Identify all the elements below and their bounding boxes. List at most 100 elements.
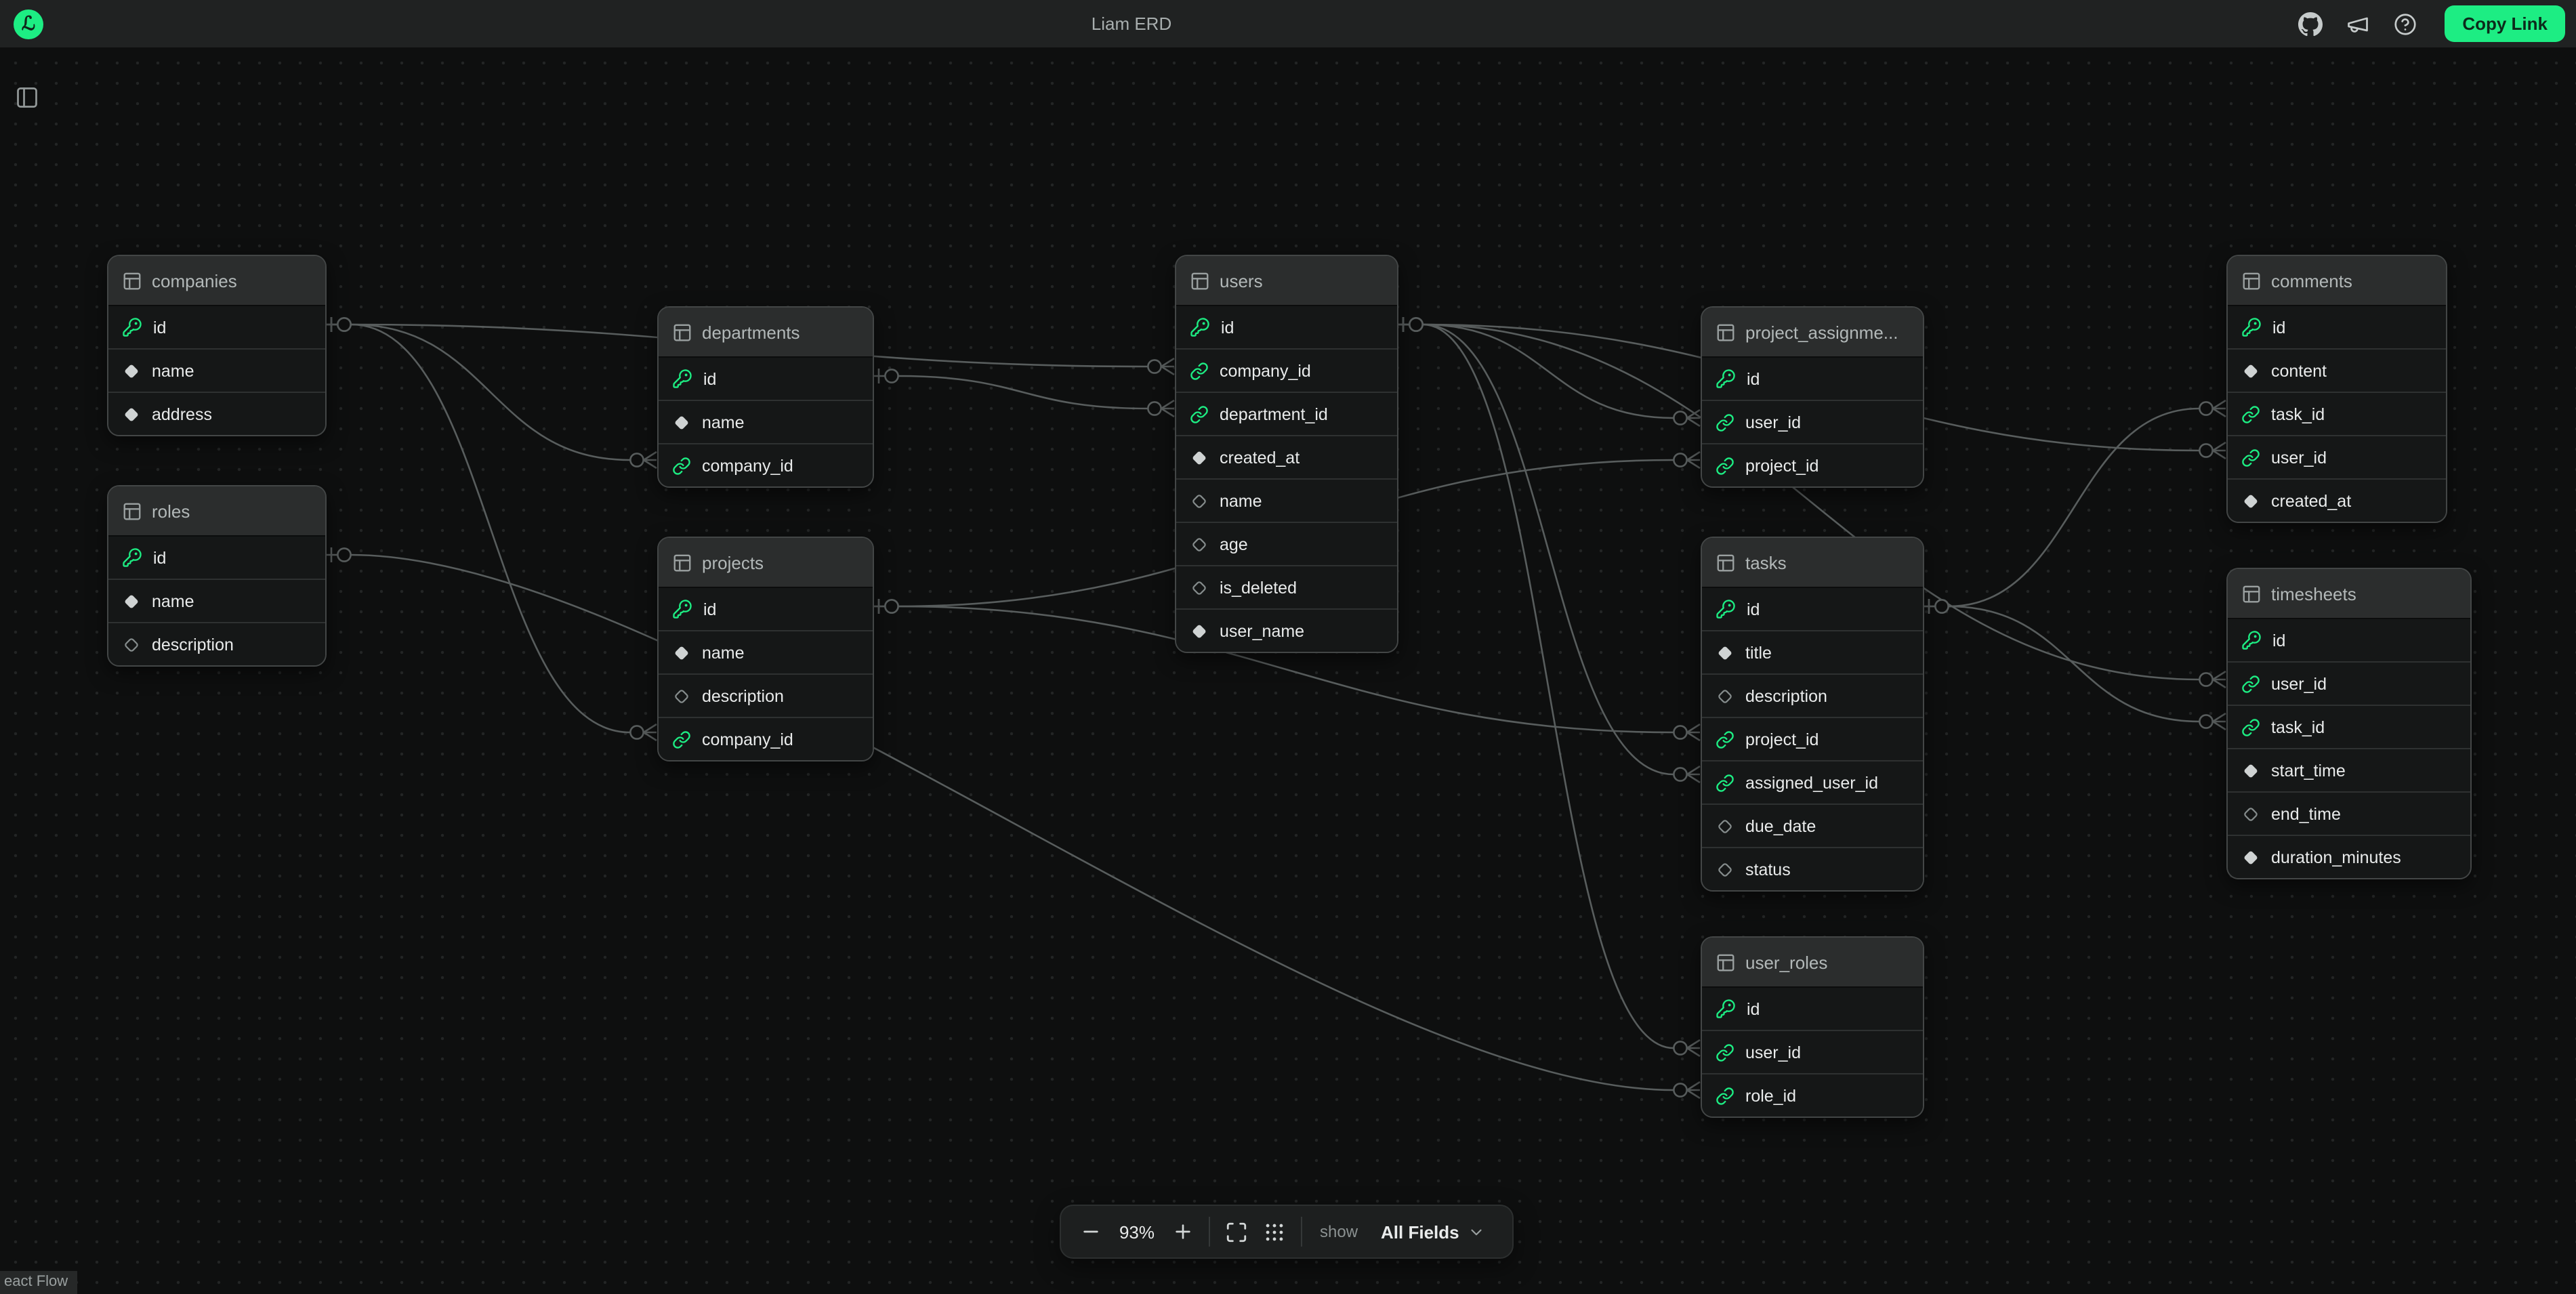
field-name: id [2272,318,2285,337]
field-name: assigned_user_id [1745,773,1878,792]
table-header[interactable]: roles [108,486,325,535]
help-icon[interactable] [2393,12,2417,36]
field-row-company_id[interactable]: company_id [659,717,873,760]
field-name: address [152,404,212,423]
nullable-icon [2241,804,2260,823]
field-name: user_id [2271,674,2327,693]
not-null-icon [122,361,141,380]
sidebar-toggle-button[interactable] [11,81,43,114]
field-row-user_name[interactable]: user_name [1176,608,1397,652]
zoom-in-button[interactable] [1172,1221,1194,1243]
table-header[interactable]: project_assignme... [1702,308,1923,356]
field-row-id[interactable]: id [2228,306,2446,348]
field-row-content[interactable]: content [2228,348,2446,392]
field-name: name [152,591,194,610]
table-node-tasks[interactable]: tasksidtitledescriptionproject_idassigne… [1701,537,1924,892]
field-row-start_time[interactable]: start_time [2228,748,2470,791]
nullable-icon [122,635,141,654]
table-header[interactable]: users [1176,256,1397,305]
field-row-age[interactable]: age [1176,522,1397,565]
field-row-id[interactable]: id [1702,988,1923,1030]
field-row-id[interactable]: id [2228,619,2470,661]
field-row-description[interactable]: description [1702,673,1923,717]
field-row-user_id[interactable]: user_id [1702,400,1923,443]
field-row-is_deleted[interactable]: is_deleted [1176,565,1397,608]
table-node-departments[interactable]: departmentsidnamecompany_id [657,306,874,488]
field-row-company_id[interactable]: company_id [1176,348,1397,392]
field-row-user_id[interactable]: user_id [2228,661,2470,705]
field-row-created_at[interactable]: created_at [2228,478,2446,522]
field-row-id[interactable]: id [1702,588,1923,630]
foreign-key-icon [1190,404,1209,423]
field-row-assigned_user_id[interactable]: assigned_user_id [1702,760,1923,803]
fit-view-button[interactable] [1225,1220,1248,1243]
table-name: projects [702,552,764,572]
field-row-id[interactable]: id [659,588,873,630]
field-row-task_id[interactable]: task_id [2228,705,2470,748]
field-row-description[interactable]: description [108,622,325,665]
field-row-role_id[interactable]: role_id [1702,1073,1923,1116]
field-name: user_id [1745,1043,1801,1062]
table-name: project_assignme... [1745,322,1898,342]
field-row-user_id[interactable]: user_id [1702,1030,1923,1073]
table-node-user_roles[interactable]: user_rolesid user_id role_id [1701,936,1924,1118]
table-fields: idcompany_iddepartment_id created_atnamea… [1176,305,1397,652]
table-header[interactable]: projects [659,538,873,587]
table-node-projects[interactable]: projects idnamedescriptioncompany_id [657,537,874,761]
table-node-users[interactable]: usersidcompany_iddepartment_id created_at… [1175,255,1398,653]
field-row-name[interactable]: name [659,400,873,443]
field-row-id[interactable]: id [108,306,325,348]
field-row-name[interactable]: name [108,348,325,392]
table-header[interactable]: departments [659,308,873,356]
table-header[interactable]: timesheets [2228,569,2470,618]
table-node-timesheets[interactable]: timesheetsid user_id task_idstart_timeend_… [2226,568,2472,879]
field-row-duration_minutes[interactable]: duration_minutes [2228,835,2470,878]
table-header[interactable]: user_roles [1702,938,1923,986]
not-null-icon [1716,643,1734,662]
field-row-title[interactable]: title [1702,630,1923,673]
field-row-name[interactable]: name [108,579,325,622]
field-name: id [153,548,166,567]
table-node-project_assignments[interactable]: project_assignme...iduser_idproject_id [1701,306,1924,488]
field-row-id[interactable]: id [659,358,873,400]
field-name: description [152,635,234,654]
field-row-id[interactable]: id [1702,358,1923,400]
not-null-icon [2241,848,2260,867]
field-row-end_time[interactable]: end_time [2228,791,2470,835]
field-row-project_id[interactable]: project_id [1702,717,1923,760]
field-name: created_at [1220,448,1300,467]
field-row-address[interactable]: address [108,392,325,435]
field-row-name[interactable]: name [659,630,873,673]
table-node-roles[interactable]: roles id name description [107,485,327,667]
zoom-out-button[interactable] [1080,1221,1102,1243]
show-mode-dropdown[interactable]: All Fields [1373,1220,1493,1243]
github-icon[interactable] [2298,12,2323,36]
liam-logo[interactable]: ℒ [14,9,43,39]
megaphone-icon[interactable] [2346,12,2370,36]
table-header[interactable]: comments [2228,256,2446,305]
table-node-comments[interactable]: comments id contenttask_iduser_idcreated_a… [2226,255,2447,523]
table-node-companies[interactable]: companiesidname address [107,255,327,436]
tidy-up-button[interactable] [1263,1220,1286,1243]
table-fields: idnamedescriptioncompany_id [659,587,873,760]
field-row-department_id[interactable]: department_id [1176,392,1397,435]
react-flow-attribution[interactable]: eact Flow [0,1271,77,1294]
field-name: status [1745,860,1791,879]
field-row-due_date[interactable]: due_date [1702,803,1923,847]
field-row-id[interactable]: id [1176,306,1397,348]
field-row-description[interactable]: description [659,673,873,717]
field-row-task_id[interactable]: task_id [2228,392,2446,435]
primary-key-icon [1716,369,1736,389]
field-row-created_at[interactable]: created_at [1176,435,1397,478]
field-row-user_id[interactable]: user_id [2228,435,2446,478]
erd-canvas[interactable]: companiesidnameaddressrolesidnamedescrip… [0,47,2576,1294]
field-row-company_id[interactable]: company_id [659,443,873,486]
table-header[interactable]: companies [108,256,325,305]
table-header[interactable]: tasks [1702,538,1923,587]
copy-link-button[interactable]: Copy Link [2445,5,2565,42]
field-row-project_id[interactable]: project_id [1702,443,1923,486]
field-row-id[interactable]: id [108,537,325,579]
field-row-status[interactable]: status [1702,847,1923,890]
field-name: duration_minutes [2271,848,2401,867]
field-row-name[interactable]: name [1176,478,1397,522]
